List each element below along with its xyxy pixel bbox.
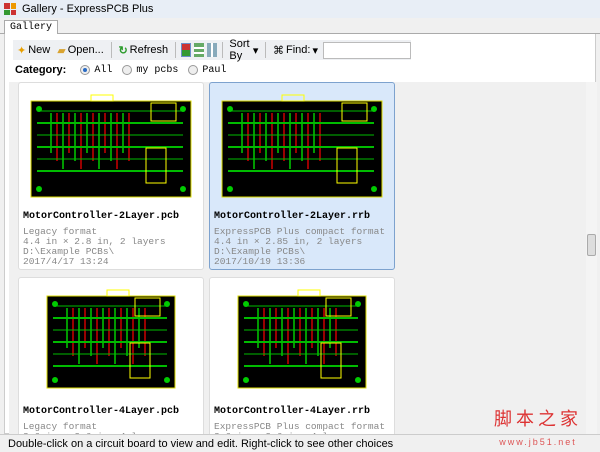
category-filter: Category: All my pcbs Paul [15,64,227,76]
pcb-card[interactable]: MotorController-4Layer.rrb ExpressPCB Pl… [209,277,395,434]
category-radio-my-pcbs[interactable] [122,65,133,75]
pcb-thumbnail [237,289,367,389]
separator [221,42,223,58]
app-icon [4,3,16,15]
refresh-icon: ↻ [118,44,128,57]
details-view-button[interactable] [193,43,204,57]
sort-by-dropdown[interactable]: Sort By ▾ [227,38,260,62]
pcb-thumbnail [221,94,383,198]
separator [265,42,266,58]
tab-strip: Gallery [0,18,600,34]
category-radio-all[interactable] [80,65,91,75]
title-bar: Gallery - ExpressPCB Plus [0,0,600,18]
folder-icon: ▰ [57,44,66,57]
gallery-panel: ✦ New ▰ Open... ↻ Refresh Sort By ▾ ⌘ Find: ▾ … [4,34,596,434]
card-filename: MotorController-4Layer.rrb [214,406,371,417]
new-button[interactable]: ✦ New [15,44,52,57]
separator [175,42,176,58]
pcb-card[interactable]: MotorController-4Layer.pcb Legacy format… [18,277,204,434]
pcb-thumbnail [30,94,192,198]
toolbar: ✦ New ▰ Open... ↻ Refresh Sort By ▾ ⌘ Find: ▾ [13,38,411,62]
gallery-grid: MotorController-2Layer.pcb Legacy format… [9,82,587,434]
large-thumbnails-view-button[interactable] [180,43,191,57]
watermark: 脚本之家 www.jb51.net [494,410,582,447]
card-filename: MotorController-4Layer.pcb [23,406,180,417]
pcb-thumbnail [46,289,176,389]
watermark-title: 脚本之家 [494,409,582,429]
card-filename: MotorController-2Layer.pcb [23,211,180,222]
chevron-down-icon: ▾ [252,44,259,57]
new-file-icon: ✦ [17,44,27,57]
binoculars-icon: ⌘ [273,44,284,57]
card-date: 2017/4/17 13:24 [23,256,109,267]
find-dropdown[interactable]: ⌘ Find: ▾ [271,44,320,57]
small-icons-view-button[interactable] [206,43,217,57]
category-label: Category: [15,64,67,76]
card-filename: MotorController-2Layer.rrb [214,211,371,222]
separator [110,42,112,58]
watermark-url: www.jb51.net [499,437,577,447]
window-title: Gallery - ExpressPCB Plus [22,3,154,15]
card-date: 2017/10/19 13:36 [214,256,306,267]
pcb-card[interactable]: MotorController-2Layer.pcb Legacy format… [18,82,204,270]
find-input[interactable] [323,41,411,59]
refresh-button[interactable]: ↻ Refresh [116,44,170,57]
chevron-down-icon: ▾ [312,44,318,57]
pcb-card[interactable]: MotorController-2Layer.rrb ExpressPCB Pl… [209,82,395,270]
category-radio-paul[interactable] [188,65,199,75]
tab-gallery[interactable]: Gallery [4,20,59,34]
vertical-scrollbar[interactable] [586,82,597,434]
scrollbar-thumb[interactable] [587,234,596,256]
open-button[interactable]: ▰ Open... [55,44,106,57]
